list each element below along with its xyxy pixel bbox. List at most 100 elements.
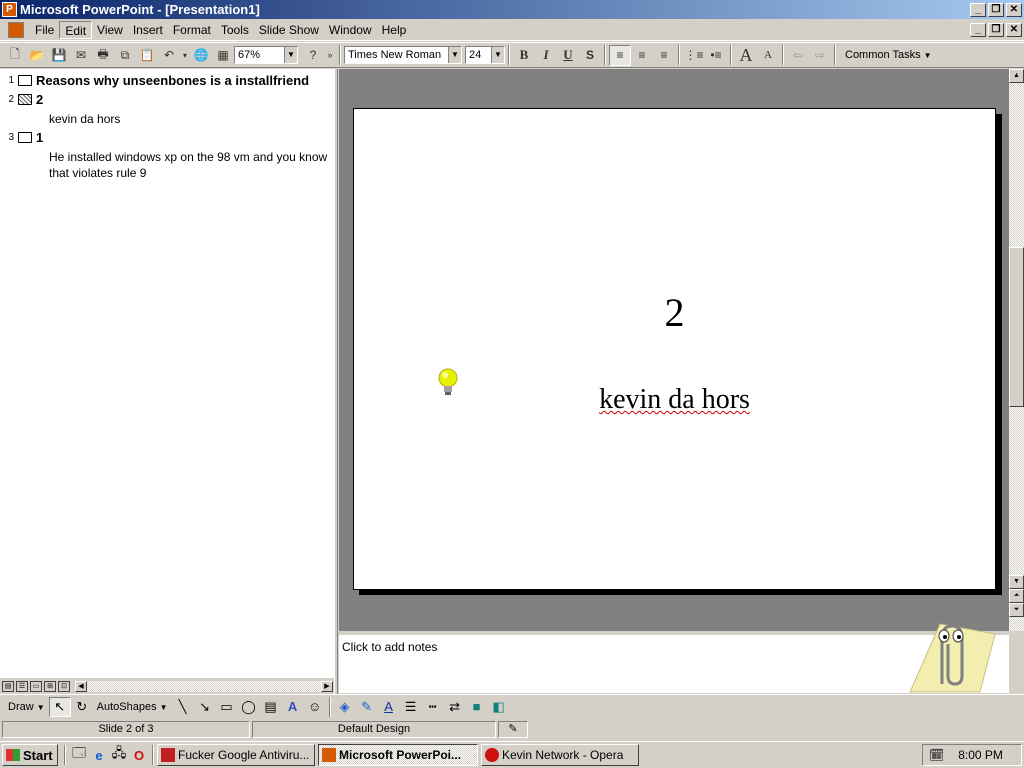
menu-slide-show[interactable]: Slide Show (254, 21, 324, 39)
clip-art-icon[interactable]: ☺ (304, 697, 326, 717)
outline-pane[interactable]: 1 Reasons why unseenbones is a installfr… (0, 69, 334, 678)
outline-slide-title[interactable]: 2 (36, 92, 43, 107)
slide-view-icon[interactable]: ▭ (30, 680, 42, 692)
notes-scrollbar[interactable] (1009, 631, 1024, 693)
numbering-icon[interactable]: ⋮≡ (683, 45, 705, 66)
outline-slide-2[interactable]: 2 2 (0, 92, 43, 107)
3d-icon[interactable]: ◧ (488, 697, 510, 717)
outline-body-text[interactable]: He installed windows xp on the 98 vm and… (49, 149, 329, 181)
outline-slide-title[interactable]: Reasons why unseenbones is a installfrie… (36, 73, 309, 88)
zoom-select[interactable]: 67% ▼ (234, 46, 298, 64)
undo-dropdown-icon[interactable]: ▾ (180, 45, 190, 66)
arrow-style-icon[interactable]: ⇄ (444, 697, 466, 717)
align-right-icon[interactable]: ≡ (653, 45, 675, 66)
powerpoint-app-icon[interactable]: P (2, 2, 17, 17)
scroll-right-icon[interactable]: ▶ (321, 680, 333, 692)
free-rotate-icon[interactable]: ↻ (71, 697, 93, 717)
doc-minimize-button[interactable]: _ (970, 23, 986, 37)
taskbar-item-opera[interactable]: Kevin Network - Opera (481, 744, 639, 766)
restore-button[interactable]: ❐ (988, 2, 1004, 17)
chevron-down-icon[interactable]: ▼ (284, 47, 297, 63)
font-size-select[interactable]: 24 ▼ (465, 46, 505, 64)
close-button[interactable]: ✕ (1006, 2, 1022, 17)
fill-color-icon[interactable]: ◈ (334, 697, 356, 717)
internet-explorer-icon[interactable]: e (89, 745, 109, 765)
wordart-icon[interactable]: A (282, 697, 304, 717)
next-slide-icon[interactable]: ⏷ (1009, 603, 1024, 617)
menu-tools[interactable]: Tools (216, 21, 254, 39)
network-icon[interactable]: 🖧 (109, 745, 129, 765)
shadow-button[interactable]: S (579, 45, 601, 66)
toolbar-overflow-icon[interactable]: » (324, 45, 336, 66)
outline-horizontal-scrollbar[interactable]: ◀ ▶ (74, 679, 334, 693)
line-style-icon[interactable]: ☰ (400, 697, 422, 717)
doc-close-button[interactable]: ✕ (1006, 23, 1022, 37)
outline-slide-3[interactable]: 3 1 (0, 130, 43, 145)
demote-icon[interactable]: ⇨ (809, 45, 831, 66)
paste-icon[interactable]: 📋 (136, 45, 158, 66)
scroll-left-icon[interactable]: ◀ (75, 680, 87, 692)
menu-insert[interactable]: Insert (128, 21, 168, 39)
slide-title[interactable]: 2 (354, 289, 995, 336)
help-icon[interactable]: ? (302, 45, 324, 66)
start-button[interactable]: Start (2, 744, 58, 766)
menu-edit[interactable]: Edit (59, 21, 93, 39)
dash-style-icon[interactable]: ┅ (422, 697, 444, 717)
office-assistant-clippy-icon[interactable] (900, 614, 1000, 694)
align-center-icon[interactable]: ≡ (631, 45, 653, 66)
increase-font-size-button[interactable]: A (735, 45, 757, 66)
text-box-icon[interactable]: ▤ (260, 697, 282, 717)
outline-body-text[interactable]: kevin da hors (49, 111, 329, 127)
menu-help[interactable]: Help (377, 21, 412, 39)
decrease-font-size-button[interactable]: A (757, 45, 779, 66)
rectangle-tool-icon[interactable]: ▭ (216, 697, 238, 717)
new-document-icon[interactable]: 🗋 (4, 45, 26, 66)
previous-slide-icon[interactable]: ⏶ (1009, 589, 1024, 603)
minimize-button[interactable]: _ (970, 2, 986, 17)
slide-sorter-view-icon[interactable]: ⊞ (44, 680, 56, 692)
font-name-select[interactable]: Times New Roman ▼ (344, 46, 462, 64)
line-color-icon[interactable]: ✎ (356, 697, 378, 717)
scrollbar-thumb[interactable] (1009, 247, 1024, 407)
slide-show-view-icon[interactable]: ⊡ (58, 680, 70, 692)
insert-hyperlink-icon[interactable]: 🌐 (190, 45, 212, 66)
outline-slide-title[interactable]: 1 (36, 130, 43, 145)
outline-view-icon[interactable]: ☰ (16, 680, 28, 692)
print-icon[interactable]: 🖶 (92, 45, 114, 66)
shadow-icon[interactable]: ■ (466, 697, 488, 717)
chevron-down-icon[interactable]: ▼ (448, 47, 461, 63)
italic-button[interactable]: I (535, 45, 557, 66)
font-color-icon[interactable]: A (378, 697, 400, 717)
line-tool-icon[interactable]: ╲ (172, 697, 194, 717)
taskbar-item-antivirus[interactable]: Fucker Google Antiviru... (157, 744, 315, 766)
save-icon[interactable]: 💾 (48, 45, 70, 66)
bold-button[interactable]: B (513, 45, 535, 66)
menu-format[interactable]: Format (168, 21, 216, 39)
open-folder-icon[interactable]: 📂 (26, 45, 48, 66)
opera-icon[interactable]: O (129, 745, 149, 765)
promote-icon[interactable]: ⇦ (787, 45, 809, 66)
menu-view[interactable]: View (92, 21, 128, 39)
doc-restore-button[interactable]: ❐ (988, 23, 1004, 37)
email-icon[interactable]: ✉ (70, 45, 92, 66)
scheduler-icon[interactable]: 🗓 (929, 748, 944, 762)
show-desktop-icon[interactable]: 🗔 (69, 745, 89, 765)
normal-view-icon[interactable]: ▤ (2, 680, 14, 692)
lightbulb-tip-icon[interactable] (437, 368, 459, 396)
undo-icon[interactable]: ↶ (158, 45, 180, 66)
menu-window[interactable]: Window (324, 21, 377, 39)
pane-splitter[interactable] (334, 69, 338, 694)
taskbar-item-powerpoint[interactable]: Microsoft PowerPoi... (318, 744, 478, 766)
arrow-tool-icon[interactable]: ↘ (194, 697, 216, 717)
draw-menu[interactable]: Draw ▼ (4, 697, 49, 717)
copy-icon[interactable]: ⧉ (114, 45, 136, 66)
scroll-up-icon[interactable]: ▲ (1009, 69, 1024, 83)
insert-table-icon[interactable]: ▦ (212, 45, 234, 66)
slide-canvas[interactable]: 2 kevin da hors (353, 108, 996, 590)
slide-vertical-scrollbar[interactable]: ▲ ▼ ⏶ ⏷ (1009, 69, 1024, 631)
align-left-icon[interactable]: ≡ (609, 44, 631, 66)
chevron-down-icon[interactable]: ▼ (491, 47, 504, 63)
select-pointer-icon[interactable]: ↖ (48, 696, 71, 717)
bullets-icon[interactable]: •≡ (705, 45, 727, 66)
oval-tool-icon[interactable]: ◯ (238, 697, 260, 717)
